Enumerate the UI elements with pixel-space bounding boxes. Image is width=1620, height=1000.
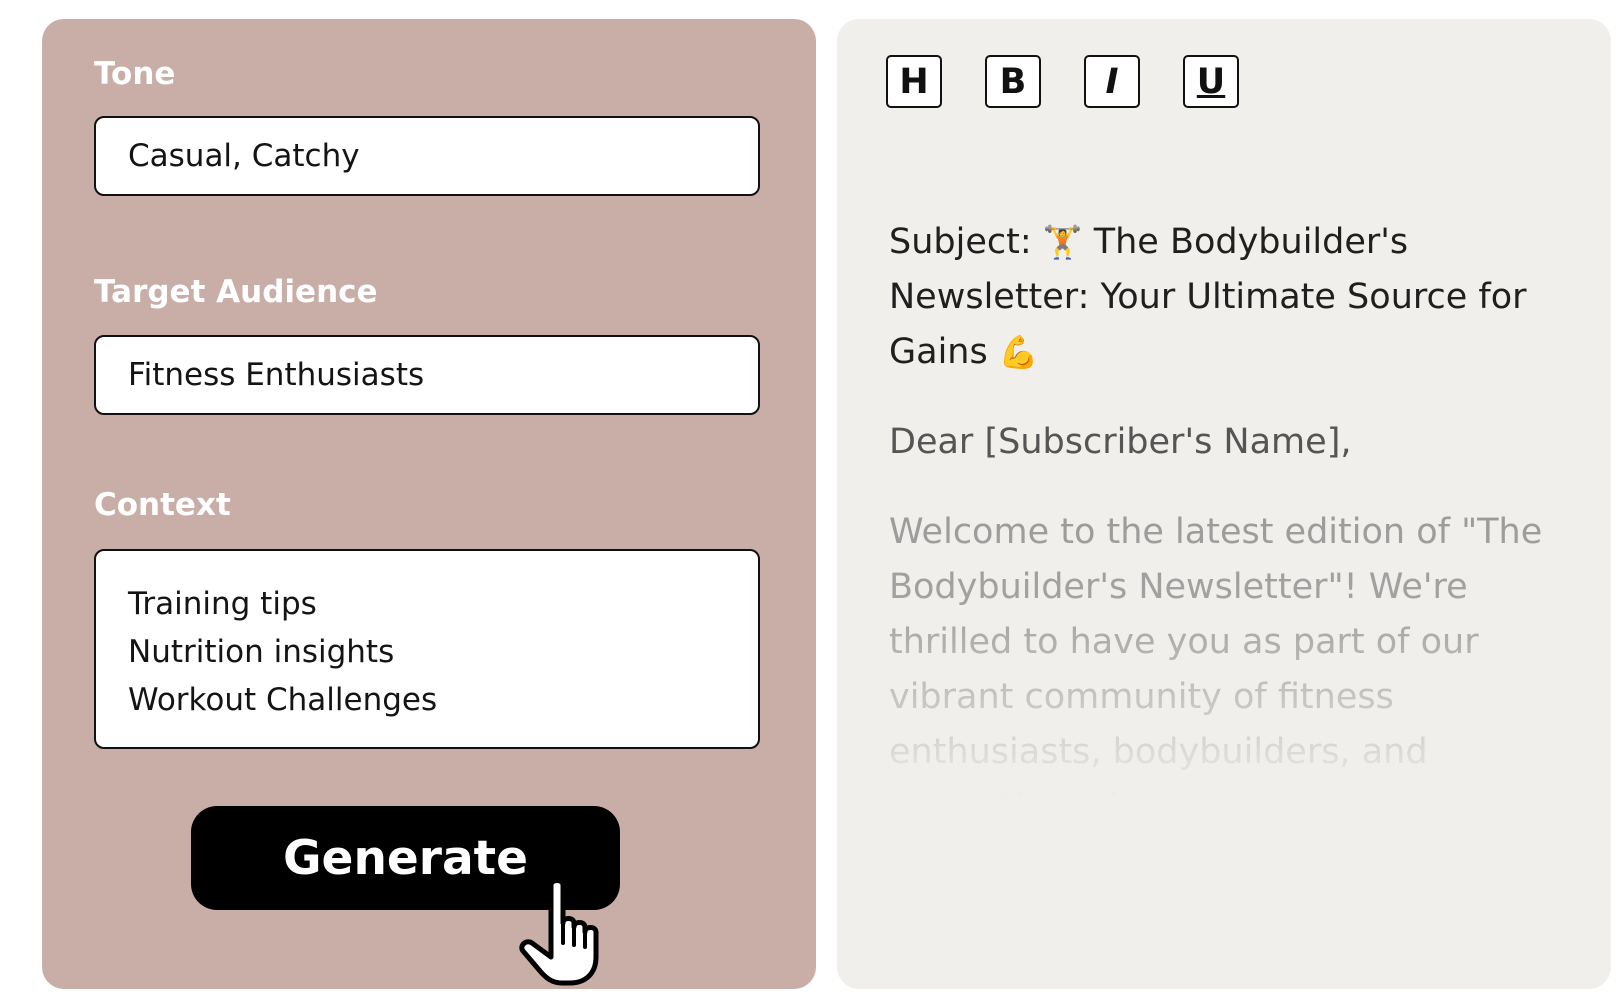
format-toolbar: H B I U (886, 55, 1239, 108)
target-audience-label: Target Audience (94, 274, 378, 310)
tone-label: Tone (94, 56, 176, 92)
editor-panel: H B I U Subject: 🏋️ The Bodybuilder's Ne… (837, 19, 1611, 989)
weight-lifter-icon: 🏋️ (1042, 223, 1083, 261)
form-panel: Tone Casual, Catchy Target Audience Fitn… (42, 19, 816, 989)
underline-button[interactable]: U (1183, 55, 1239, 108)
bold-button[interactable]: B (985, 55, 1041, 108)
context-line: Nutrition insights (128, 634, 395, 670)
heading-button[interactable]: H (886, 55, 942, 108)
generated-email-text[interactable]: Subject: 🏋️ The Bodybuilder's Newsletter… (889, 215, 1579, 805)
subject-line: Subject: 🏋️ The Bodybuilder's Newsletter… (889, 215, 1579, 380)
subject-prefix: Subject: (889, 222, 1043, 262)
context-textarea[interactable]: Training tips Nutrition insights Workout… (94, 549, 760, 749)
flexed-biceps-icon: 💪 (998, 333, 1039, 371)
context-label: Context (94, 487, 231, 523)
tone-input-value: Casual, Catchy (128, 138, 360, 174)
context-line: Workout Challenges (128, 682, 438, 718)
target-audience-input-value: Fitness Enthusiasts (128, 357, 425, 393)
body-paragraph: Welcome to the latest edition of "The Bo… (889, 512, 1543, 805)
context-lines: Training tips Nutrition insights Workout… (128, 580, 437, 724)
greeting-line: Dear [Subscriber's Name], (889, 422, 1352, 462)
hand-pointer-cursor-icon (519, 878, 599, 986)
italic-button[interactable]: I (1084, 55, 1140, 108)
target-audience-input[interactable]: Fitness Enthusiasts (94, 335, 760, 415)
context-line: Training tips (128, 586, 317, 622)
tone-input[interactable]: Casual, Catchy (94, 116, 760, 196)
